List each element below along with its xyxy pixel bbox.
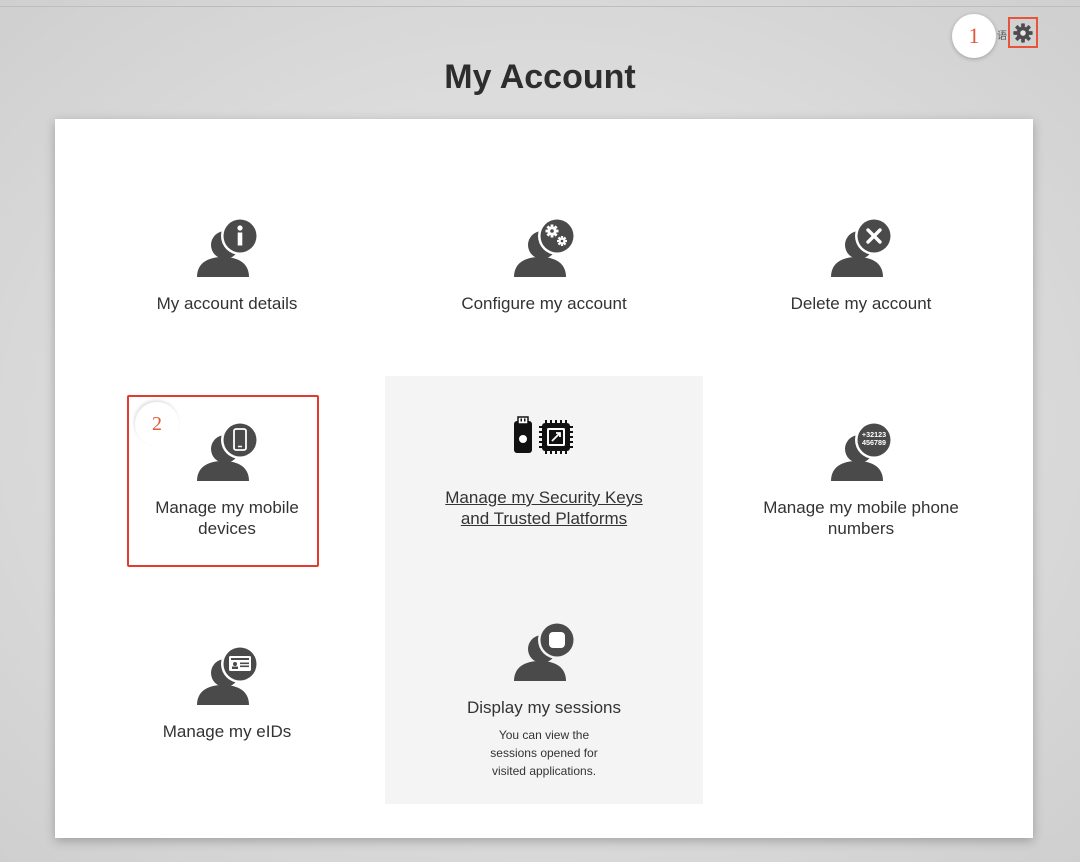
tile-phone-numbers[interactable]: +32123 456789 Manage my mobile phone num… — [759, 417, 963, 539]
tile-security-keys[interactable]: Manage my Security Keys and Trusted Plat… — [442, 415, 646, 529]
language-icon[interactable]: 语 — [997, 27, 1007, 42]
tile-label-link[interactable]: Manage my Security Keys and Trusted Plat… — [442, 487, 646, 529]
tile-label: My account details — [156, 294, 298, 313]
settings-button[interactable] — [1008, 17, 1038, 48]
top-divider — [0, 6, 1080, 7]
phone-number-line-2: 456789 — [862, 438, 886, 447]
security-key-chip-icon — [514, 416, 573, 454]
user-delete-icon — [831, 217, 893, 277]
callout-marker-1: 1 — [952, 14, 996, 58]
callout-marker-2: 2 — [135, 402, 179, 446]
tile-eids[interactable]: Manage my eIDs — [125, 641, 329, 742]
gear-icon — [1013, 22, 1033, 43]
tile-label: Delete my account — [790, 294, 932, 313]
tile-description: You can view the sessions opened for vis… — [490, 728, 598, 778]
header-tools: 1 语 — [952, 14, 1042, 58]
tile-label: Display my sessions — [467, 698, 621, 717]
tile-configure-account[interactable]: Configure my account — [442, 213, 646, 314]
user-info-icon — [197, 217, 259, 277]
tile-label: Configure my account — [461, 294, 627, 313]
tile-delete-account[interactable]: Delete my account — [759, 213, 963, 314]
page-title: My Account — [444, 58, 636, 96]
tile-sessions[interactable]: Display my sessions You can view the ses… — [442, 617, 646, 780]
tile-account-details[interactable]: My account details — [125, 213, 329, 314]
user-sessions-icon — [514, 621, 576, 681]
user-eid-card-icon — [197, 645, 259, 705]
tile-label: Manage my mobile phone numbers — [763, 498, 959, 538]
user-gears-icon — [514, 217, 576, 277]
user-phone-numbers-icon: +32123 456789 — [831, 421, 893, 481]
tile-label: Manage my eIDs — [162, 722, 292, 741]
